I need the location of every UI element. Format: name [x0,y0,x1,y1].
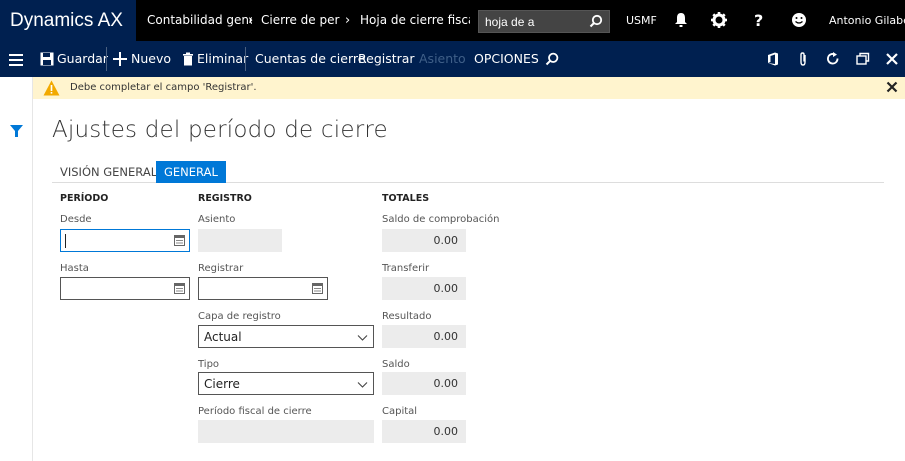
type-value: Cierre [204,377,240,391]
breadcrumb-item-year-end-close[interactable]: Hoja de cierre fiscal [360,0,470,41]
post-button[interactable]: Registrar [358,41,415,77]
breadcrumb-item-period-close[interactable]: Cierre de períoc [261,0,340,41]
save-icon [40,52,54,66]
new-button[interactable]: Nuevo [131,41,171,77]
message-text: Debe completar el campo 'Registrar'. [70,82,257,93]
fiscal-period-field [198,420,374,443]
posting-layer-label: Capa de registro [198,311,281,322]
hamburger-menu-icon[interactable] [9,53,23,67]
voucher-button: Asiento [419,51,466,66]
bell-icon[interactable] [672,11,690,29]
capital-field: 0.00 [382,420,466,443]
company-selector[interactable]: USMF [626,0,657,41]
tab-general[interactable]: GENERAL [156,161,226,183]
text-caret [65,234,66,248]
transfer-label: Transferir [382,263,430,274]
search-icon[interactable] [589,14,603,28]
trash-icon [183,52,193,66]
calendar-icon[interactable] [174,235,185,246]
period-heading: PERÍODO [60,193,109,204]
search-input[interactable] [479,11,583,32]
chevron-down-icon [357,382,368,388]
capital-value: 0.00 [433,425,459,438]
action-pane: Guardar Nuevo Eliminar Cuentas de cierre… [0,41,905,77]
transfer-field: 0.00 [382,277,466,300]
close-icon[interactable] [885,52,899,66]
totals-heading: TOTALES [382,193,430,204]
user-name[interactable]: Antonio Gilabert [829,0,905,41]
type-label: Tipo [198,359,220,370]
type-select[interactable]: Cierre [198,372,374,395]
help-icon[interactable]: ? [754,0,763,41]
search-box[interactable] [478,10,610,33]
top-nav-bar: Dynamics AX Contabilidad gene › Cierre d… [0,0,905,41]
calendar-icon[interactable] [174,283,185,294]
fiscal-period-label: Período fiscal de cierre [198,406,312,417]
result-value: 0.00 [433,330,459,343]
transfer-value: 0.00 [433,282,459,295]
action-separator [106,47,107,71]
warning-icon [43,80,60,96]
post-date-field[interactable] [198,277,328,300]
tab-overview[interactable]: VISIÓN GENERAL [52,161,165,183]
action-separator [245,47,246,71]
refresh-icon[interactable] [826,52,840,66]
closing-accounts-button[interactable]: Cuentas de cierre [255,41,365,77]
posting-layer-select[interactable]: Actual [198,325,374,348]
balance-value: 0.00 [433,377,459,390]
result-field: 0.00 [382,325,466,348]
search-icon[interactable] [545,52,559,66]
breadcrumb-item-general-ledger[interactable]: Contabilidad gene [147,0,252,41]
breadcrumb-separator: › [345,13,351,28]
trial-balance-value: 0.00 [433,234,459,247]
dismiss-message-icon[interactable] [885,80,899,94]
to-date-field[interactable] [60,277,190,300]
trial-balance-label: Saldo de comprobación [382,214,500,225]
filter-icon[interactable] [10,125,23,138]
posting-heading: REGISTRO [198,193,252,204]
gear-icon[interactable] [710,11,728,29]
voucher-field [198,229,282,252]
open-new-window-icon[interactable] [856,52,870,66]
posting-layer-value: Actual [204,330,242,344]
options-tab[interactable]: OPCIONES [474,41,539,77]
balance-label: Saldo [382,359,410,370]
tab-strip: VISIÓN GENERAL GENERAL [52,161,884,183]
plus-icon [113,52,127,66]
from-date-field[interactable] [60,229,190,252]
to-date-label: Hasta [60,263,89,274]
office-icon[interactable] [766,52,780,66]
app-title[interactable]: Dynamics AX [0,0,136,41]
calendar-icon[interactable] [312,283,323,294]
balance-field: 0.00 [382,372,466,395]
voucher-label: Asiento [198,214,236,225]
attachment-icon[interactable] [796,52,810,66]
result-label: Resultado [382,311,432,322]
capital-label: Capital [382,406,418,417]
trial-balance-field: 0.00 [382,229,466,252]
from-date-label: Desde [60,214,92,225]
save-button[interactable]: Guardar [57,41,108,77]
left-rail [0,77,33,461]
delete-button[interactable]: Eliminar [197,41,248,77]
breadcrumb-separator: › [248,13,254,28]
chevron-down-icon [357,335,368,341]
message-bar: Debe completar el campo 'Registrar'. [33,77,905,99]
page-title: Ajustes del período de cierre [52,117,388,143]
feedback-smiley-icon[interactable] [790,11,808,29]
post-label: Registrar [198,263,244,274]
